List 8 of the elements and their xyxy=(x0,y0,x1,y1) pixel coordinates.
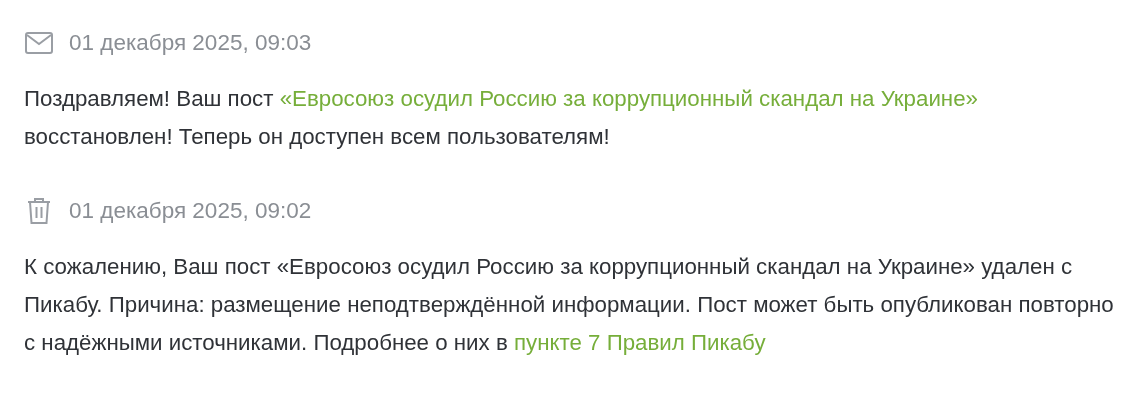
trash-icon xyxy=(26,197,51,225)
mail-icon xyxy=(24,32,53,54)
notification-date: 01 декабря 2025, 09:02 xyxy=(69,198,312,224)
notification-text: Поздравляем! Ваш пост «Евросоюз осудил Россию за коррупционный скандал на Украине» восстановлен! Теперь он доступен всем пользователям! xyxy=(24,85,979,151)
notification-date: 01 декабря 2025, 09:03 xyxy=(69,30,312,56)
post-link[interactable]: «Евросоюз осудил Россию за коррупционный скандал на Украине» xyxy=(279,86,978,111)
notification-text: К сожалению, Ваш пост «Евросоюз осудил Россию за коррупционный скандал на Украине» удален с Пикабу. Причина: размещение неподтверждённой информации. Пост может быть опубликован повторно с надёжными источниками. Подробнее о них в пункте 7 Правил Пикабу xyxy=(24,253,1115,357)
post-link[interactable]: пункте 7 Правил Пикабу xyxy=(513,330,766,355)
